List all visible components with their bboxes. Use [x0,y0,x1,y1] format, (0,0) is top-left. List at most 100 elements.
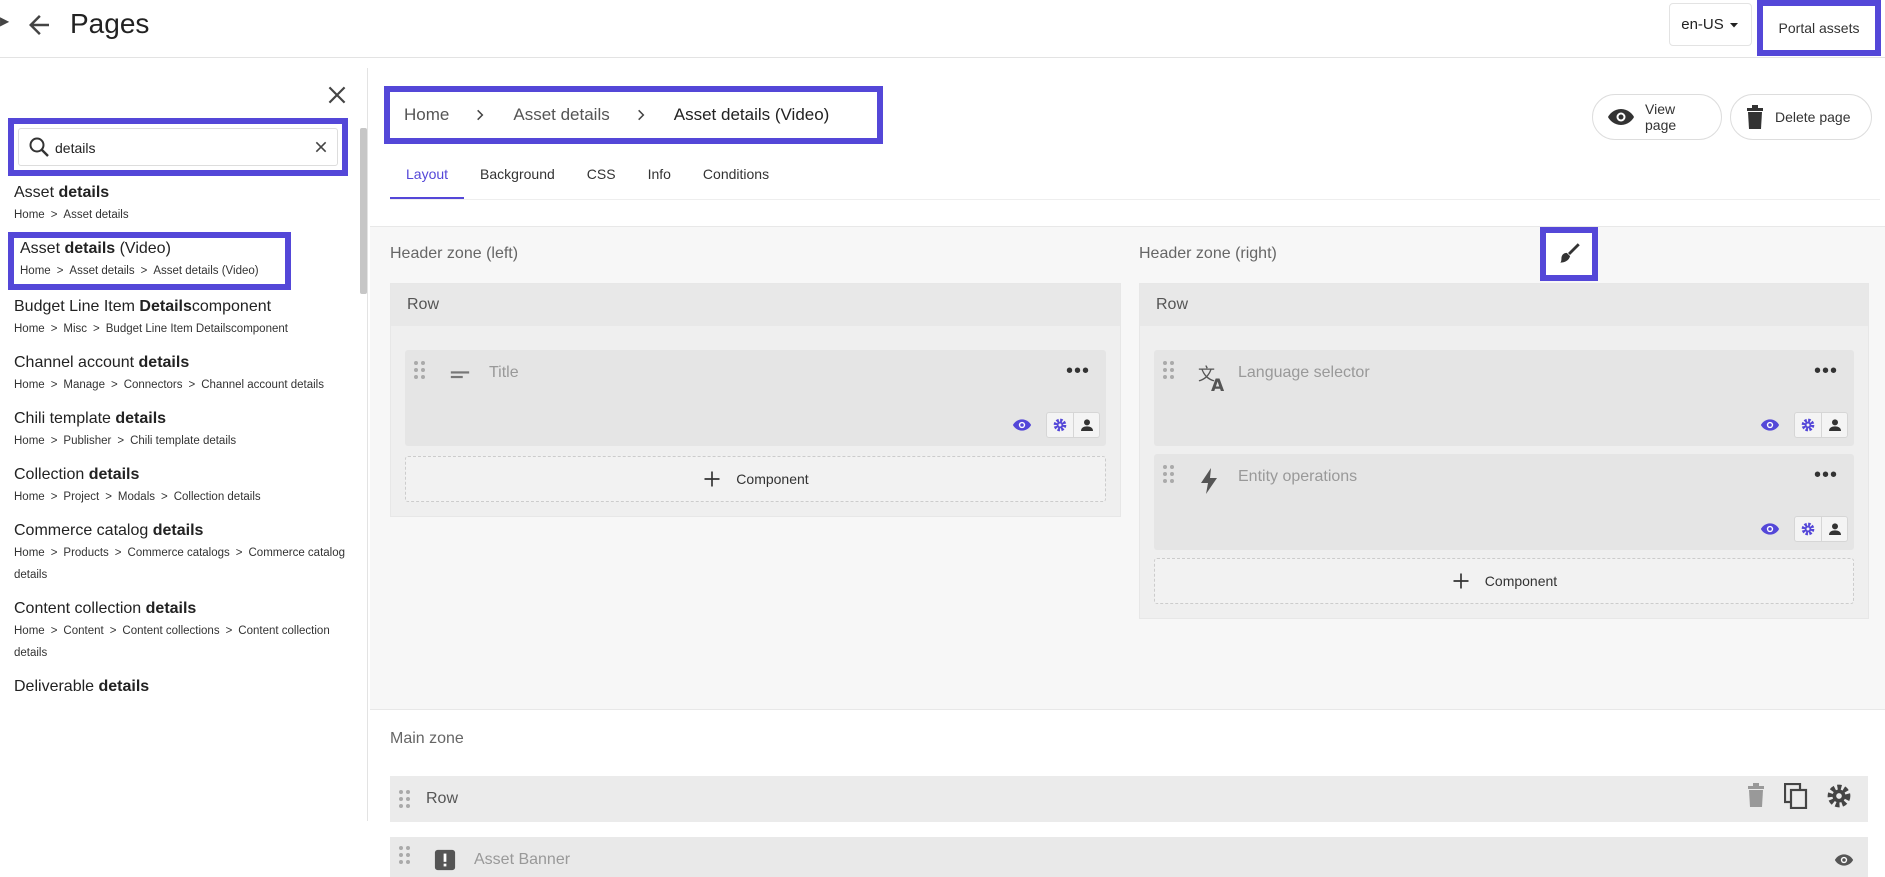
tab-info[interactable]: Info [632,154,687,199]
view-page-button[interactable]: View page [1592,94,1722,140]
path-segment: Home [14,491,45,503]
tab-css[interactable]: CSS [571,154,632,199]
chevron-right-icon [634,108,648,122]
zone-label-header-right: Header zone (right) [1139,245,1277,262]
close-icon[interactable] [324,82,350,108]
gear-icon[interactable] [1826,783,1852,809]
search-field [18,128,338,166]
result-title: Asset details (Video) [20,238,285,260]
row-label: Row [426,790,459,807]
tab-conditions[interactable]: Conditions [687,154,785,199]
path-separator: > [235,547,243,559]
component-actions [1012,412,1100,438]
result-title-text: Asset [20,240,65,257]
trash-icon[interactable] [1746,783,1766,809]
more-options-icon[interactable]: ••• [1066,360,1090,383]
component-name: Asset Banner [474,851,571,868]
trash-icon [1745,105,1765,129]
path-segment: Asset details [63,209,129,221]
path-segment: Home [14,547,45,559]
search-results: Asset details Home > Asset details Asset det… [8,182,354,710]
page-search-sidebar: Asset detailsHome>Asset detailsAsset det… [6,68,368,821]
component-card-title[interactable]: Title ••• [405,350,1106,446]
drag-handle-icon[interactable] [413,360,427,380]
search-result-item[interactable]: Content collection details Home > Content > C… [14,598,354,664]
add-component-label: Component [736,471,809,487]
component-card-entity-operations[interactable]: Entity operations ••• [1154,454,1854,550]
result-title-match: details [64,240,116,257]
zone-label-main: Main zone [390,730,464,747]
breadcrumb-parent[interactable]: Asset details [513,105,609,125]
delete-page-button[interactable]: Delete page [1730,94,1872,140]
path-segment: Project [63,491,100,503]
clear-search-icon[interactable] [313,139,329,155]
drag-handle-icon[interactable] [398,789,412,809]
path-segment: Asset details [69,265,135,277]
gear-icon[interactable] [1795,413,1821,437]
component-card-language-selector[interactable]: 文A Language selector ••• [1154,350,1854,446]
person-icon[interactable] [1821,517,1847,541]
path-segment: Home [14,323,45,335]
breadcrumb-home[interactable]: Home [404,105,449,125]
back-arrow-icon[interactable] [24,10,54,40]
path-separator: > [161,491,168,503]
search-result-item[interactable]: Commerce catalog details Home > Products > Co… [14,520,354,586]
person-icon[interactable] [1821,413,1847,437]
drag-handle-icon[interactable] [398,845,412,865]
visibility-eye-icon[interactable] [1760,418,1780,432]
person-icon[interactable] [1073,413,1099,437]
path-segment: Home [14,379,45,391]
path-separator: > [50,323,58,335]
path-segment: Budget Line Item Detailscomponent [105,323,288,335]
search-result-item[interactable]: Collection details Home > Project > Modals > Co… [14,464,354,508]
sidebar-scrollbar[interactable] [360,128,367,294]
locale-dropdown[interactable]: en-US [1669,3,1752,46]
chevron-right-icon [473,108,487,122]
component-card-asset-banner[interactable]: Asset Banner [390,837,1868,877]
svg-text:A: A [1211,376,1225,392]
drag-handle-icon[interactable] [1162,464,1176,484]
search-input[interactable] [55,137,295,159]
gear-icon[interactable] [1047,413,1073,437]
add-component-button[interactable]: Component [1154,558,1854,604]
search-result-item[interactable]: Asset details Home > Asset details [14,182,354,226]
search-result-item[interactable]: Chili template details Home > Publisher > Chi… [14,408,354,452]
style-brush-button[interactable] [1540,227,1598,281]
breadcrumb-current: Asset details (Video) [673,105,830,124]
caret-down-icon [1728,19,1740,31]
settings-permissions-group [1794,412,1848,438]
search-highlight [8,118,348,176]
search-result-item[interactable]: Budget Line Item Detailscomponent Home > Mi… [14,296,354,340]
visibility-eye-icon[interactable] [1012,418,1032,432]
visibility-eye-icon[interactable] [1834,853,1854,867]
search-result-item[interactable]: Asset details (Video) Home > Asset details >… [8,232,291,290]
search-result-item[interactable]: Deliverable details [14,676,354,698]
portal-assets-button[interactable]: Portal assets [1757,0,1881,56]
locale-value: en-US [1681,16,1724,33]
header-zones: Header zone (left) Row Title ••• Compone… [370,226,1885,877]
result-title-text: Chili template [14,410,116,427]
more-options-icon[interactable]: ••• [1814,464,1838,487]
tab-background[interactable]: Background [464,154,571,199]
path-segment: Channel account details [201,379,324,391]
path-segment: Manage [63,379,105,391]
result-title-text: Collection [14,466,89,483]
delete-page-label: Delete page [1775,109,1851,125]
drag-handle-icon[interactable] [1162,360,1176,380]
result-title: Commerce catalog details [14,520,354,542]
copy-icon[interactable] [1784,783,1808,809]
translate-icon: 文A [1198,364,1228,392]
view-page-label: View page [1645,101,1677,133]
tab-layout[interactable]: Layout [390,154,465,199]
path-separator: > [188,379,196,391]
path-segment: Commerce catalogs [127,547,230,559]
more-options-icon[interactable]: ••• [1814,360,1838,383]
plus-icon [702,469,722,489]
result-path: Home > Asset details > Asset details (Video) [20,260,285,282]
gear-icon[interactable] [1795,517,1821,541]
result-title: Content collection details [14,598,354,620]
path-separator: > [225,625,233,637]
add-component-button[interactable]: Component [405,456,1106,502]
search-result-item[interactable]: Channel account details Home > Manage > Conne… [14,352,354,396]
visibility-eye-icon[interactable] [1760,522,1780,536]
